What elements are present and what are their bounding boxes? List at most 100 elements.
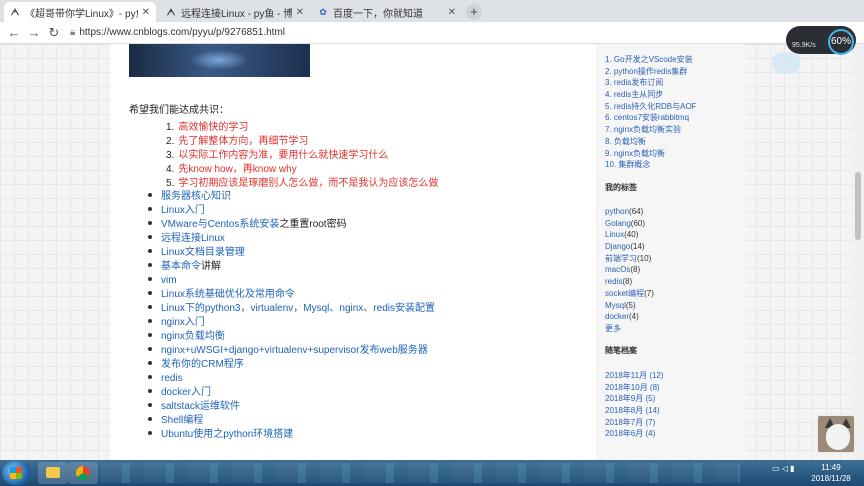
taskbar-clock[interactable]: 11:49 2018/11/28	[800, 462, 862, 484]
windows-logo-icon	[10, 467, 22, 479]
archive-link[interactable]: 2018年9月 (5)	[605, 393, 664, 405]
close-tab-icon[interactable]: ✕	[448, 7, 456, 18]
close-tab-icon[interactable]: ✕	[142, 7, 150, 18]
course-link[interactable]: Shell编程	[161, 415, 203, 426]
tag-link[interactable]: Mysql(5)	[605, 300, 654, 312]
archive-link[interactable]: 2018年10月 (8)	[605, 382, 664, 394]
recent-post-link[interactable]: 5. redis持久化RDB与AOF	[605, 101, 697, 113]
recent-post-link[interactable]: 4. redis主从同步	[605, 89, 697, 101]
list-item: Shell编程	[148, 414, 435, 428]
course-link[interactable]: redis	[161, 373, 183, 384]
list-item: vim	[148, 274, 435, 288]
recent-post-link[interactable]: 7. nginx负载均衡实验	[605, 124, 697, 136]
course-link[interactable]: Linux系统基础优化及常用命令	[161, 289, 295, 300]
page-scrollbar[interactable]	[852, 44, 864, 460]
tab-baidu[interactable]: ✿ 百度一下，你就知道 ✕	[312, 2, 462, 22]
tag-link[interactable]: redis(8)	[605, 276, 654, 288]
list-item: Linux系统基础优化及常用命令	[148, 288, 435, 302]
cnblogs-favicon-icon: ᗅ	[10, 6, 20, 17]
tags-heading: 我的标签	[605, 183, 637, 192]
tag-link[interactable]: docker(4)	[605, 311, 654, 323]
tag-link[interactable]: python(64)	[605, 206, 654, 218]
floating-accelerate-bubble[interactable]	[772, 52, 800, 74]
recent-post-link[interactable]: 2. python操作redis集群	[605, 66, 697, 78]
archive-link[interactable]: 2018年8月 (14)	[605, 405, 664, 417]
list-item: Ubuntu使用之python环境搭建	[148, 428, 435, 442]
clock-date: 2018/11/28	[811, 474, 851, 483]
tab-linux-course[interactable]: ᗅ 《超哥带你学Linux》- py鱼 - 博 ✕	[4, 2, 156, 22]
list-item: 远程连接Linux	[148, 232, 435, 246]
new-tab-button[interactable]: +	[466, 4, 482, 20]
archive-link[interactable]: 2018年7月 (7)	[605, 417, 664, 429]
list-item: 基本命令讲解	[148, 260, 435, 274]
reload-icon[interactable]: ↻	[46, 25, 62, 41]
recent-post-link[interactable]: 3. redis发布订阅	[605, 77, 697, 89]
chrome-icon[interactable]	[68, 462, 98, 484]
list-item: docker入门	[148, 386, 435, 400]
tags-list: python(64) Golang(60) Linux(40) Django(1…	[605, 206, 654, 335]
course-link[interactable]: VMware与Centos系统安装	[161, 219, 279, 230]
tag-link[interactable]: Golang(60)	[605, 218, 654, 230]
course-link[interactable]: saltstack运维软件	[161, 401, 240, 412]
course-link[interactable]: Linux入门	[161, 205, 205, 216]
system-tray-icons[interactable]: ▭ ◁ ▮	[772, 464, 795, 473]
tag-link[interactable]: Django(14)	[605, 241, 654, 253]
course-link[interactable]: nginx入门	[161, 317, 205, 328]
list-item: Linux下的python3，virtualenv，Mysql、nginx、re…	[148, 302, 435, 316]
tag-link[interactable]: socket编程(7)	[605, 288, 654, 300]
archive-link[interactable]: 2018年11月 (12)	[605, 370, 664, 382]
close-tab-icon[interactable]: ✕	[296, 7, 304, 18]
file-explorer-icon[interactable]	[38, 462, 68, 484]
list-item: nginx+uWSGI+django+virtualenv+supervisor…	[148, 344, 435, 358]
tab-title: 百度一下，你就知道	[333, 8, 423, 20]
tag-link[interactable]: 前端学习(10)	[605, 253, 654, 265]
course-link[interactable]: Linux下的python3，virtualenv，Mysql、nginx、re…	[161, 303, 435, 314]
start-button[interactable]	[2, 461, 30, 485]
list-item: 2. 先了解整体方向，再细节学习	[166, 136, 309, 147]
list-item: 发布你的CRM程序	[148, 358, 435, 372]
tags-more-link[interactable]: 更多	[605, 323, 654, 335]
list-item: Linux入门	[148, 204, 435, 218]
forward-icon[interactable]: →	[26, 25, 42, 41]
course-link[interactable]: nginx+uWSGI+django+virtualenv+supervisor…	[161, 345, 428, 356]
scrollbar-thumb[interactable]	[855, 172, 861, 240]
page-viewport: 希望我们能达成共识： 1. 高效愉快的学习 2. 先了解整体方向，再细节学习 3. 以…	[0, 44, 864, 460]
tab-strip: ᗅ 《超哥带你学Linux》- py鱼 - 博 ✕ ᗅ 远程连接Linux - …	[0, 0, 864, 22]
tag-link[interactable]: Linux(40)	[605, 229, 654, 241]
recent-post-link[interactable]: 1. Go开发之VScode安装	[605, 54, 697, 66]
recent-post-link[interactable]: 8. 负载均衡	[605, 136, 697, 148]
list-item: saltstack运维软件	[148, 400, 435, 414]
clock-time: 11:49	[821, 463, 841, 472]
course-link[interactable]: Linux文档目录管理	[161, 247, 245, 258]
taskbar-pinned-apps[interactable]	[100, 463, 740, 483]
tab-remote-linux[interactable]: ᗅ 远程连接Linux - py鱼 - 博客园 ✕	[160, 2, 310, 22]
list-item: VMware与Centos系统安装之重置root密码	[148, 218, 435, 232]
course-link[interactable]: Ubuntu使用之python环境搭建	[161, 429, 293, 440]
list-item: nginx入门	[148, 316, 435, 330]
course-link[interactable]: 服务器核心知识	[161, 191, 231, 202]
tab-title: 远程连接Linux - py鱼 - 博客园	[181, 8, 292, 20]
tag-link[interactable]: macOs(8)	[605, 264, 654, 276]
address-bar[interactable]: 🔒︎ https://www.cnblogs.com/pyyu/p/9276851…	[70, 25, 285, 41]
baidu-paw-icon: ✿	[319, 6, 327, 17]
back-icon[interactable]: ←	[6, 25, 22, 41]
browser-toolbar: ← → ↻ 🔒︎ https://www.cnblogs.com/pyyu/p/9…	[0, 22, 864, 44]
husky-avatar-image	[816, 414, 856, 454]
course-link[interactable]: nginx负载均衡	[161, 331, 225, 342]
archive-link[interactable]: 2018年6月 (4)	[605, 428, 664, 440]
course-link[interactable]: docker入门	[161, 387, 211, 398]
url-text: https://www.cnblogs.com/pyyu/p/9276851.h…	[79, 27, 285, 38]
course-link[interactable]: 基本命令	[161, 261, 201, 272]
course-link[interactable]: 发布你的CRM程序	[161, 359, 244, 370]
article-intro: 希望我们能达成共识：	[129, 105, 229, 116]
archive-heading: 随笔档案	[605, 346, 637, 355]
recent-post-link[interactable]: 9. nginx负载均衡	[605, 148, 697, 160]
list-item: nginx负载均衡	[148, 330, 435, 344]
list-item: 服务器核心知识	[148, 190, 435, 204]
list-item: 4. 先know how，再know why	[166, 164, 297, 175]
network-speed-widget[interactable]: 95.9K/s 60%	[786, 26, 856, 55]
recent-post-link[interactable]: 6. centos7安装rabbitmq	[605, 112, 697, 124]
recent-post-link[interactable]: 10. 集群概念	[605, 159, 697, 171]
course-link[interactable]: vim	[161, 275, 177, 286]
course-link[interactable]: 远程连接Linux	[161, 233, 225, 244]
